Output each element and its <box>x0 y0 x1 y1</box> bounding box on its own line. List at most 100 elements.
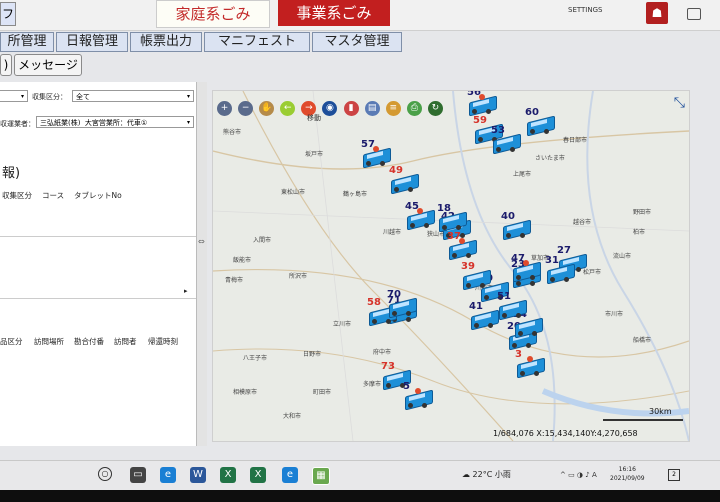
expand-icon[interactable]: ⤡ <box>674 95 685 111</box>
place-label: 鶴ヶ島市 <box>343 191 368 198</box>
coordinate-readout: 1/684,076 X:15,434,140Y:4,270,658 <box>493 429 638 438</box>
vehicle-number: 51 <box>497 291 511 302</box>
message-button[interactable]: メッセージ <box>14 54 82 76</box>
excel-icon-2[interactable]: X <box>250 467 266 483</box>
ie-icon[interactable]: e <box>282 467 298 483</box>
place-label: 船橋市 <box>633 337 652 344</box>
keyboard-icon[interactable] <box>687 8 701 20</box>
vehicle-number: 37 <box>447 231 461 242</box>
column-collection-type: 収集区分 <box>2 191 32 200</box>
filter-select-1[interactable]: ▾ <box>0 90 28 102</box>
vehicle-number: 27 <box>557 245 571 256</box>
vehicle-marker[interactable] <box>407 208 435 231</box>
vehicle-number: 41 <box>469 301 483 312</box>
vehicle-marker[interactable] <box>405 388 433 411</box>
vehicle-marker[interactable] <box>499 299 527 321</box>
back-button[interactable]: フ <box>0 2 16 26</box>
vehicle-marker[interactable] <box>517 356 545 379</box>
map-view[interactable]: + − ✋ ← → ◉ ▮ ▤ ≡ ⎙ ↻ 移動 ⤡ 熊谷市 東松山市 坂戸市 … <box>212 90 690 442</box>
vehicle-number: 3 <box>515 349 522 360</box>
vehicle-marker[interactable] <box>471 309 499 331</box>
place-label: 相模原市 <box>233 389 258 396</box>
vehicle-number: 60 <box>525 107 539 118</box>
start-search-icon[interactable]: ○ <box>98 467 112 481</box>
zoom-out-icon[interactable]: − <box>238 101 254 116</box>
household-waste-tab[interactable]: 家庭系ごみ <box>156 0 270 28</box>
notification-icon[interactable]: 2 <box>668 469 680 481</box>
vehicle-number: 70 <box>387 289 401 300</box>
resize-handle-icon[interactable]: ⇔ <box>198 237 205 246</box>
left-panel: ▾ 収集区分： 全て ▾ 収運業者： 三弘紙業(株) 大宮営業所：代車① ▾ 報) … <box>0 82 197 446</box>
vehicle-marker[interactable] <box>513 260 541 283</box>
vehicle-number: 40 <box>501 211 515 222</box>
column-course: コース <box>42 191 65 200</box>
scroll-arrow-icon[interactable]: ▸ <box>184 287 188 295</box>
divider <box>0 298 196 299</box>
vehicle-marker[interactable] <box>363 146 391 169</box>
vehicle-number: 57 <box>361 139 375 150</box>
place-label: 流山市 <box>613 253 632 260</box>
measure-icon[interactable]: ▮ <box>343 101 359 116</box>
place-label: 川越市 <box>383 229 402 236</box>
vehicle-number: 39 <box>461 261 475 272</box>
vehicle-number: 47 <box>511 253 525 264</box>
excel-icon[interactable]: X <box>220 467 236 483</box>
collection-type-select[interactable]: 全て ▾ <box>72 90 194 102</box>
column-visitor: 訪問者 <box>114 337 137 346</box>
vehicle-marker[interactable] <box>463 269 491 291</box>
word-icon[interactable]: W <box>190 467 206 483</box>
select-icon[interactable]: ▤ <box>364 101 380 116</box>
scale-label: 30km <box>649 407 672 416</box>
vehicle-marker[interactable] <box>469 94 497 117</box>
vehicle-marker[interactable] <box>503 219 531 241</box>
settings-label[interactable]: SETTINGS <box>568 6 602 14</box>
vehicle-marker[interactable] <box>391 173 419 195</box>
vehicle-number: 5 <box>403 381 410 392</box>
weather-widget[interactable]: ☁ 22°C 小雨 <box>462 469 511 480</box>
vehicle-marker[interactable] <box>547 263 575 285</box>
print-icon[interactable]: ⎙ <box>406 101 422 116</box>
zoom-in-icon[interactable]: + <box>217 101 232 116</box>
vehicle-marker[interactable] <box>439 211 467 233</box>
menu-daily-report[interactable]: 日報管理 <box>56 32 128 52</box>
task-view-icon[interactable]: ▭ <box>130 467 146 483</box>
divider <box>0 236 196 237</box>
menu-report-output[interactable]: 帳票出力 <box>130 32 202 52</box>
vehicle-marker[interactable] <box>493 133 521 155</box>
user-icon[interactable]: ☗ <box>646 2 668 24</box>
place-label: 上尾市 <box>513 171 532 178</box>
map-roads <box>213 91 689 441</box>
vehicle-marker[interactable] <box>515 317 543 339</box>
column-match-number: 勘合付番 <box>74 337 104 346</box>
scale-bar <box>603 419 683 421</box>
vehicle-number: 45 <box>405 201 419 212</box>
vehicle-marker[interactable] <box>449 238 477 261</box>
sub-button-1[interactable]: ) <box>0 54 12 76</box>
clock[interactable]: 16:16 2021/09/09 <box>610 465 645 483</box>
place-label: さいたま市 <box>535 155 565 162</box>
menu-master-management[interactable]: マスタ管理 <box>312 32 402 52</box>
menu-manifest[interactable]: マニフェスト <box>204 32 310 52</box>
app-window: フ 家庭系ごみ 事業系ごみ SETTINGS ☗ 所管理 日報管理 帳票出力 マ… <box>0 0 720 460</box>
system-tray-icons[interactable]: ^ ▭ ◑ ♪ A <box>560 471 597 479</box>
place-label: 府中市 <box>373 349 392 356</box>
place-label: 柏市 <box>633 229 646 236</box>
place-label: 熊谷市 <box>223 129 242 136</box>
vehicle-marker[interactable] <box>527 115 555 137</box>
layers-icon[interactable]: ≡ <box>385 101 401 116</box>
edge-icon[interactable]: e <box>160 467 176 483</box>
contractor-select[interactable]: 三弘紙業(株) 大宮営業所：代車① ▾ <box>36 116 194 128</box>
vehicle-marker[interactable] <box>389 297 417 319</box>
menu-office-management[interactable]: 所管理 <box>0 32 54 52</box>
place-label: 立川市 <box>333 321 352 328</box>
app-icon[interactable]: ▦ <box>312 467 330 485</box>
column-item-type: 品区分 <box>0 337 23 346</box>
place-label: 所沢市 <box>289 273 308 280</box>
vehicle-number: 49 <box>389 165 403 176</box>
panel-splitter[interactable]: ⇔ <box>196 82 207 446</box>
place-label: 入間市 <box>253 237 272 244</box>
business-waste-tab[interactable]: 事業系ごみ <box>278 0 390 26</box>
column-tablet-no: タブレットNo <box>74 191 122 200</box>
section-title: 報) <box>2 166 21 181</box>
refresh-icon[interactable]: ↻ <box>427 101 443 116</box>
